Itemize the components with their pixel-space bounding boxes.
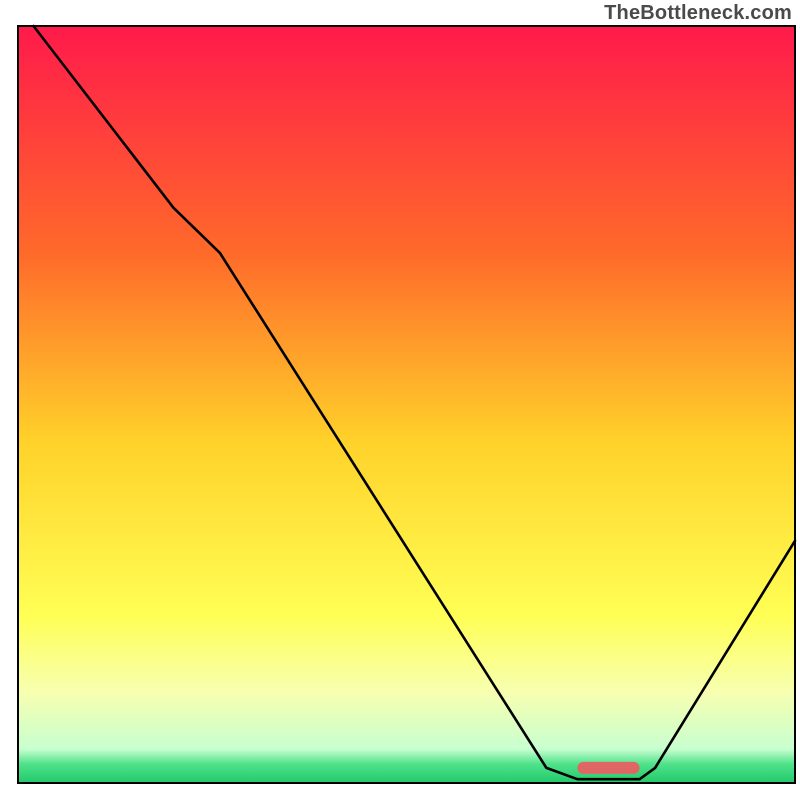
chart-stage: TheBottleneck.com: [0, 0, 800, 800]
optimal-marker: [577, 762, 639, 774]
bottleneck-chart: [0, 0, 800, 800]
gradient-background: [18, 26, 795, 783]
